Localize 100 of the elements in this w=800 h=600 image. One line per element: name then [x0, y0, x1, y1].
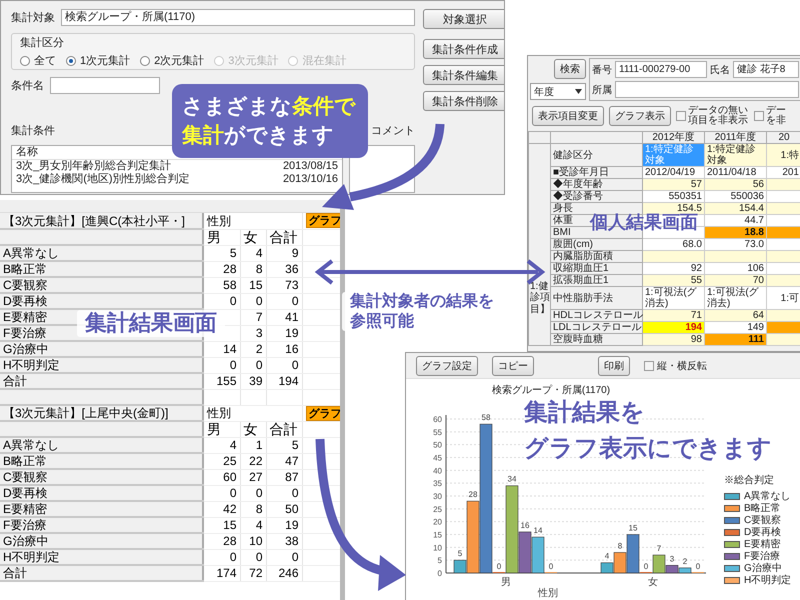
checkbox[interactable] — [676, 111, 686, 121]
axis-tick-label: 30 — [433, 492, 442, 501]
column-header: 女 — [240, 229, 266, 245]
table-cell: 64 — [704, 310, 766, 322]
table-cell: 71 — [642, 310, 704, 322]
id-field[interactable]: 1111-000279-00 — [615, 61, 707, 78]
column-header: 男 — [203, 421, 240, 437]
table-cell: 19 — [266, 325, 302, 341]
legend-label: G治療中 — [744, 563, 782, 574]
column-header: 名称 — [16, 146, 38, 159]
row-label: A異常なし — [0, 245, 203, 261]
radio-button[interactable] — [66, 56, 76, 66]
table-cell: 0 — [266, 293, 302, 309]
toolbar-button[interactable]: グラフ設定 — [416, 356, 478, 376]
legend-label: C要観察 — [744, 515, 782, 526]
table-cell: 3 — [240, 325, 266, 341]
action-button[interactable]: 集計条件削除 — [423, 91, 504, 111]
checkbox[interactable] — [754, 111, 764, 121]
list-item[interactable]: 3次_男女別年齢別総合判定集計 — [16, 160, 172, 173]
table-cell: 1 — [240, 437, 266, 453]
radio-button[interactable] — [20, 56, 30, 66]
table-cell: 28 — [203, 261, 240, 277]
year-select[interactable]: 年度 — [530, 83, 586, 100]
table-cell: 2011/04/18 — [704, 166, 766, 178]
table-cell: 8 — [240, 501, 266, 517]
row-label: B略正常 — [0, 453, 203, 469]
radio-button[interactable] — [140, 56, 150, 66]
table-cell: 0 — [203, 549, 240, 565]
table-cell: 155 — [203, 373, 240, 389]
row-label: 合計 — [0, 373, 203, 389]
row-label: 健診区分 — [550, 144, 642, 166]
row-label: B略正常 — [0, 261, 203, 277]
column-header: 2012年度 — [642, 132, 704, 144]
axis-tick-label: 15 — [433, 530, 442, 540]
category-label: 女 — [648, 577, 658, 588]
table-cell: 39 — [240, 373, 266, 389]
table-cell: 19 — [266, 517, 302, 533]
toolbar-button[interactable]: コピー — [492, 356, 534, 376]
checkbox[interactable] — [644, 360, 654, 370]
dropdown-caret-icon — [575, 89, 582, 94]
search-button[interactable]: 検索 — [554, 59, 586, 79]
table-cell: 1:可視法(グ消去) — [642, 286, 704, 310]
table-cell: 1:特定健診対象 — [642, 144, 704, 166]
data-label: 0 — [644, 562, 648, 571]
table-cell: 0 — [203, 357, 240, 373]
row-label: ■受診年月日 — [550, 166, 642, 178]
data-label: 3 — [670, 554, 674, 564]
toolbar-button[interactable]: 表示項目変更 — [532, 106, 604, 126]
comment-label: コメント — [371, 124, 415, 138]
department-field[interactable] — [615, 81, 799, 98]
list-label: 集計条件 — [11, 124, 55, 138]
table-cell: 246 — [266, 565, 302, 581]
row-label: E要精密 — [0, 501, 203, 517]
table-cell: 0 — [266, 485, 302, 501]
toolbar-button[interactable]: 印刷 — [598, 356, 630, 376]
table-cell: 1:特定健診対象 — [704, 144, 766, 166]
table-cell: 28 — [203, 533, 240, 549]
table-cell: 4 — [203, 437, 240, 453]
row-label: D要再検 — [0, 485, 203, 501]
table-cell: 0 — [240, 485, 266, 501]
select-button[interactable]: 対象選択 — [423, 9, 504, 29]
table-cell: 4 — [240, 245, 266, 261]
column-header: 女 — [240, 421, 266, 437]
row-label: 内臓脂肪面積 — [550, 250, 642, 262]
row-label: F要治療 — [0, 517, 203, 533]
checkbox-label: データの無い項目を非表示 — [688, 106, 749, 126]
table-cell: 47 — [266, 453, 302, 469]
table-cell: 0 — [203, 293, 240, 309]
table-cell: 8 — [240, 261, 266, 277]
name-field[interactable]: 健診 花子8 — [733, 61, 799, 78]
graph-button[interactable]: グラフ — [306, 406, 340, 420]
field-label: 条件名 — [11, 79, 44, 93]
name-field[interactable] — [50, 77, 160, 94]
table-cell: 0 — [240, 357, 266, 373]
x-axis-title: 性別 — [538, 588, 558, 599]
toolbar-button[interactable]: グラフ表示 — [609, 106, 671, 126]
table-cell: 2012/04/19 — [642, 166, 704, 178]
group-label: 集計区分 — [20, 36, 65, 50]
table-cell: 0 — [203, 485, 240, 501]
row-label: G治療中 — [0, 341, 203, 357]
axis-tick-label: 20 — [433, 518, 442, 527]
field-label: 氏名 — [710, 64, 730, 76]
data-label: 58 — [482, 413, 490, 422]
list-item[interactable]: 3次_健診機関(地区)別性別総合判定 — [16, 173, 190, 186]
graph-button[interactable]: グラフ — [306, 213, 340, 228]
group-label: 1:健診項目】 — [530, 280, 550, 315]
table-cell: 56 — [704, 178, 766, 190]
legend-title: ※総合判定 — [724, 475, 775, 486]
column-header: 合計 — [266, 229, 302, 245]
table-cell: 58 — [203, 277, 240, 293]
row-label: C要観察 — [0, 469, 203, 485]
axis-tick-label: 50 — [433, 440, 442, 450]
action-button[interactable]: 集計条件作成 — [423, 39, 504, 59]
action-button[interactable]: 集計条件編集 — [423, 65, 504, 85]
target-field[interactable]: 検索グループ・所属(1170) — [61, 9, 415, 26]
table-cell: 98 — [642, 334, 704, 346]
table-cell: 0 — [240, 293, 266, 309]
row-label: 収縮期血圧1 — [550, 262, 642, 274]
table-cell: 55 — [642, 274, 704, 286]
data-label: 14 — [534, 526, 542, 536]
